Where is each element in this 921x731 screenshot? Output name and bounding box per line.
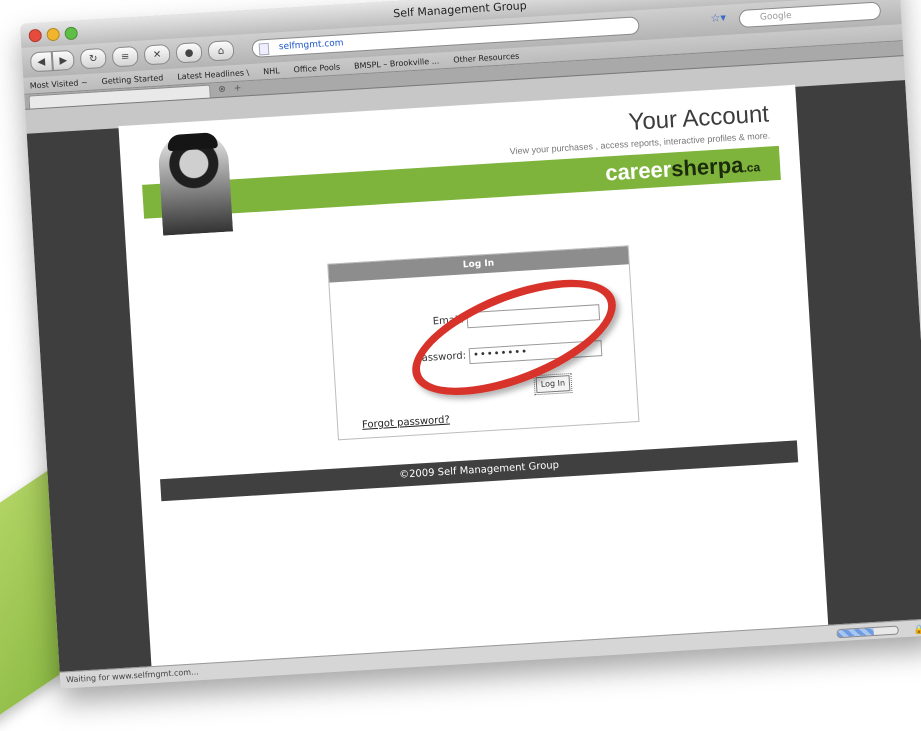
stop-icon: ✕ <box>152 48 162 61</box>
home-icon: ⌂ <box>217 45 225 57</box>
back-button[interactable]: ◀ <box>29 51 53 73</box>
home-button[interactable]: ⌂ <box>207 40 235 62</box>
bookmark-latest-headlines[interactable]: Latest Headlines \ <box>177 68 249 81</box>
bookmark-other-resources[interactable]: Other Resources <box>453 51 520 64</box>
lock-icon: 🔒 <box>913 624 921 636</box>
nav-buttons: ◀ ▶ <box>29 49 75 73</box>
bookmark-nhl[interactable]: NHL <box>263 66 280 76</box>
bookmark-getting-started[interactable]: Getting Started <box>101 73 163 86</box>
forward-button[interactable]: ▶ <box>51 49 75 72</box>
portrait-hat <box>167 132 218 152</box>
reload-button[interactable]: ↻ <box>79 47 107 70</box>
brand-part-ca: .ca <box>743 160 761 176</box>
web-page: careersherpa.ca Your Account View your p… <box>118 84 829 668</box>
brand-part-sherpa: sherpa <box>670 152 745 182</box>
bookmark-bmspl[interactable]: BMSPL – Brookville ... <box>354 56 440 70</box>
close-tab-icon[interactable]: ⊗ <box>218 85 226 95</box>
forgot-password-link[interactable]: Forgot password? <box>362 415 450 431</box>
bookmark-star-icon[interactable]: ☆▾ <box>710 11 726 25</box>
forward-arrow-icon: ▶ <box>59 54 68 67</box>
toolbar-menu-button[interactable]: ≡ <box>111 45 139 68</box>
search-placeholder: Google <box>759 10 792 23</box>
bookmark-office-pools[interactable]: Office Pools <box>293 62 340 74</box>
bookmark-most-visited[interactable]: Most Visited ~ <box>29 77 87 90</box>
login-heading: Log In <box>328 246 629 283</box>
brand-band: careersherpa.ca <box>142 145 781 219</box>
extension-icon: ● <box>184 46 194 59</box>
stop-button[interactable]: ✕ <box>143 43 171 66</box>
extension-button[interactable]: ● <box>175 41 203 64</box>
login-button[interactable]: Log In <box>533 372 573 396</box>
menu-icon: ≡ <box>120 50 130 63</box>
favicon-icon <box>258 42 270 56</box>
address-text: selfmgmt.com <box>278 38 344 53</box>
stage: Self Management Group ◀ ▶ ↻ ≡ ✕ ● ⌂ self… <box>0 0 921 713</box>
page-header: careersherpa.ca Your Account View your p… <box>139 98 782 237</box>
new-tab-icon[interactable]: + <box>234 84 242 94</box>
brand-logo[interactable]: careersherpa.ca <box>605 151 761 186</box>
reload-icon: ↻ <box>88 52 98 65</box>
brand-part-career: career <box>604 156 672 186</box>
back-arrow-icon: ◀ <box>37 56 46 68</box>
page-footer: ©2009 Self Management Group <box>160 440 799 502</box>
search-field[interactable]: Google <box>738 1 882 29</box>
page-load-progress <box>836 625 899 639</box>
content-viewport: careersherpa.ca Your Account View your p… <box>26 80 921 673</box>
browser-window: Self Management Group ◀ ▶ ↻ ≡ ✕ ● ⌂ self… <box>20 0 921 689</box>
status-text: Waiting for www.selfmgmt.com... <box>65 667 199 685</box>
progress-fill <box>837 628 874 638</box>
